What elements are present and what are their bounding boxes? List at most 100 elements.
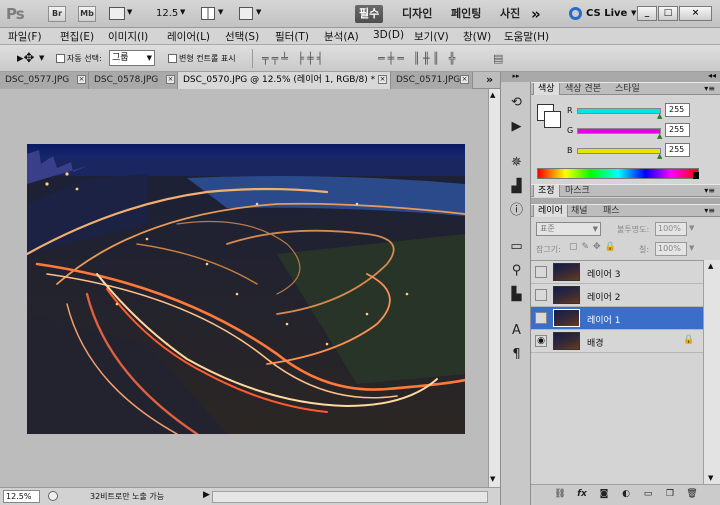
close-icon[interactable]: × (378, 75, 387, 84)
layer-row-3[interactable]: 레이어 3 (531, 261, 703, 284)
tab-swatches[interactable]: 색상 견본 (561, 83, 605, 95)
layer-row-1[interactable]: 레이어 1 (531, 307, 703, 330)
layer-row-background[interactable]: ◉ 배경 🔒 (531, 330, 703, 353)
link-icon[interactable]: ⛓ (553, 488, 567, 500)
fx-icon[interactable]: fx (575, 488, 589, 500)
workspace-painting[interactable]: 페인팅 (447, 5, 485, 23)
blend-mode-dropdown[interactable]: 표준 ▼ (536, 222, 601, 236)
menu-edit[interactable]: 편집(E) (60, 29, 94, 44)
panel-menu-icon[interactable]: ▾≡ (704, 84, 715, 93)
tab-overflow-icon[interactable]: » (486, 73, 493, 86)
channel-g-value[interactable]: 255 (665, 123, 690, 137)
fill-field[interactable]: 100% (655, 242, 687, 256)
menu-analysis[interactable]: 분석(A) (324, 29, 359, 44)
mask-icon[interactable]: ◙ (597, 488, 611, 500)
menu-filter[interactable]: 필터(T) (275, 29, 309, 44)
tab-color[interactable]: 색상 (533, 83, 560, 95)
tab-dsc-0571[interactable]: DSC_0571.JPG × (391, 72, 473, 89)
menu-image[interactable]: 이미지(I) (108, 29, 148, 44)
distribute-buttons[interactable]: ═╪═ ║╫║ ╬ (378, 52, 458, 65)
menu-3d[interactable]: 3D(D) (373, 29, 404, 41)
collapse-strip-icon[interactable]: ▸▸ (501, 72, 531, 82)
menu-select[interactable]: 선택(S) (225, 29, 259, 44)
opacity-field[interactable]: 100% (655, 222, 687, 236)
status-zoom-field[interactable]: 12.5% (3, 490, 40, 503)
layer-row-2[interactable]: 레이어 2 (531, 284, 703, 307)
horizontal-scrollbar[interactable] (212, 491, 488, 503)
minimize-button[interactable]: _ (637, 6, 657, 21)
workspace-design[interactable]: 디자인 (398, 5, 436, 23)
visibility-toggle[interactable] (535, 289, 547, 301)
visibility-toggle[interactable] (535, 312, 547, 324)
cslive-button[interactable]: CS Live (586, 8, 627, 19)
tab-channels[interactable]: 채널 (567, 205, 592, 217)
align-buttons[interactable]: ╤╤╧ ╞╪╡ (262, 52, 326, 65)
menu-layer[interactable]: 레이어(L) (167, 29, 210, 44)
menu-help[interactable]: 도움말(H) (504, 29, 549, 44)
group-icon[interactable]: ▭ (641, 488, 655, 500)
layers-scrollbar[interactable]: ▲ ▼ (703, 260, 720, 486)
character-icon[interactable]: A (508, 322, 525, 339)
view-extras-icon[interactable] (109, 7, 125, 20)
tab-dsc-0578[interactable]: DSC_0578.JPG × (89, 72, 178, 89)
history-icon[interactable]: ⟲ (508, 94, 525, 111)
close-icon[interactable]: × (166, 75, 175, 84)
auto-align-icon[interactable]: ▤ (493, 52, 503, 65)
panel-menu-icon[interactable]: ▾≡ (704, 186, 715, 195)
workspace-overflow-icon[interactable]: » (531, 5, 541, 23)
status-info-icon[interactable] (48, 491, 58, 501)
tab-adjustments[interactable]: 조정 (533, 185, 560, 197)
cslive-icon[interactable] (569, 7, 582, 20)
actions-icon[interactable]: ▶ (508, 118, 525, 135)
tab-masks[interactable]: 마스크 (561, 185, 594, 197)
tab-layers[interactable]: 레이어 (533, 205, 568, 217)
auto-select-dropdown[interactable]: 그룹 ▼ (109, 50, 155, 66)
info-icon[interactable]: ⓘ (508, 202, 525, 219)
channel-b-slider[interactable] (577, 148, 661, 154)
vertical-scrollbar[interactable]: ▲ ▼ (488, 89, 500, 487)
arrange-documents-icon[interactable] (201, 7, 215, 20)
channel-g-slider[interactable] (577, 128, 661, 134)
slider-handle-icon[interactable]: ▲ (657, 132, 662, 140)
workspace-essentials[interactable]: 필수 (355, 5, 384, 23)
visibility-toggle[interactable] (535, 266, 547, 278)
black-swatch[interactable] (693, 172, 699, 179)
zoom-level[interactable]: 12.5 (156, 8, 178, 19)
slider-handle-icon[interactable]: ▲ (657, 152, 662, 160)
menu-window[interactable]: 창(W) (463, 29, 491, 44)
navigator-icon[interactable]: ✵ (508, 154, 525, 171)
lock-icons[interactable]: ▢✎✥🔒 (569, 242, 620, 252)
channel-r-value[interactable]: 255 (665, 103, 690, 117)
chevron-down-icon[interactable]: ▼ (218, 8, 223, 16)
bridge-button[interactable]: Br (48, 6, 66, 22)
trash-icon[interactable]: 🗑 (685, 488, 699, 500)
mini-bridge-button[interactable]: Mb (78, 6, 96, 22)
chevron-down-icon[interactable]: ▼ (256, 8, 261, 16)
brushes-icon[interactable]: ▭ (508, 238, 525, 255)
tool-presets-icon[interactable]: ▙ (508, 286, 525, 303)
document-image[interactable] (27, 144, 465, 434)
close-button[interactable]: × (679, 6, 712, 21)
chevron-down-icon[interactable]: ▼ (689, 244, 694, 252)
scroll-up-icon[interactable]: ▲ (490, 91, 495, 99)
background-color-swatch[interactable] (544, 111, 561, 128)
chevron-down-icon[interactable]: ▼ (39, 54, 44, 62)
tab-paths[interactable]: 패스 (599, 205, 624, 217)
paragraph-icon[interactable]: ¶ (508, 346, 525, 363)
close-icon[interactable]: × (460, 75, 469, 84)
tab-styles[interactable]: 스타일 (611, 83, 644, 95)
move-tool-icon[interactable]: ▸✥ (17, 51, 34, 66)
close-icon[interactable]: × (77, 75, 86, 84)
auto-select-checkbox[interactable] (56, 54, 65, 63)
zoom-dropdown-icon[interactable]: ▼ (180, 8, 185, 16)
eye-icon[interactable]: ◉ (535, 335, 547, 347)
scroll-down-icon[interactable]: ▼ (490, 475, 495, 483)
panel-menu-icon[interactable]: ▾≡ (704, 206, 715, 215)
menu-file[interactable]: 파일(F) (8, 29, 42, 44)
slider-handle-icon[interactable]: ▲ (657, 112, 662, 120)
workspace-photography[interactable]: 사진 (496, 5, 524, 23)
color-spectrum-bar[interactable] (537, 168, 699, 179)
screen-mode-icon[interactable] (239, 7, 253, 20)
channel-b-value[interactable]: 255 (665, 143, 690, 157)
clone-source-icon[interactable]: ⚲ (508, 262, 525, 279)
